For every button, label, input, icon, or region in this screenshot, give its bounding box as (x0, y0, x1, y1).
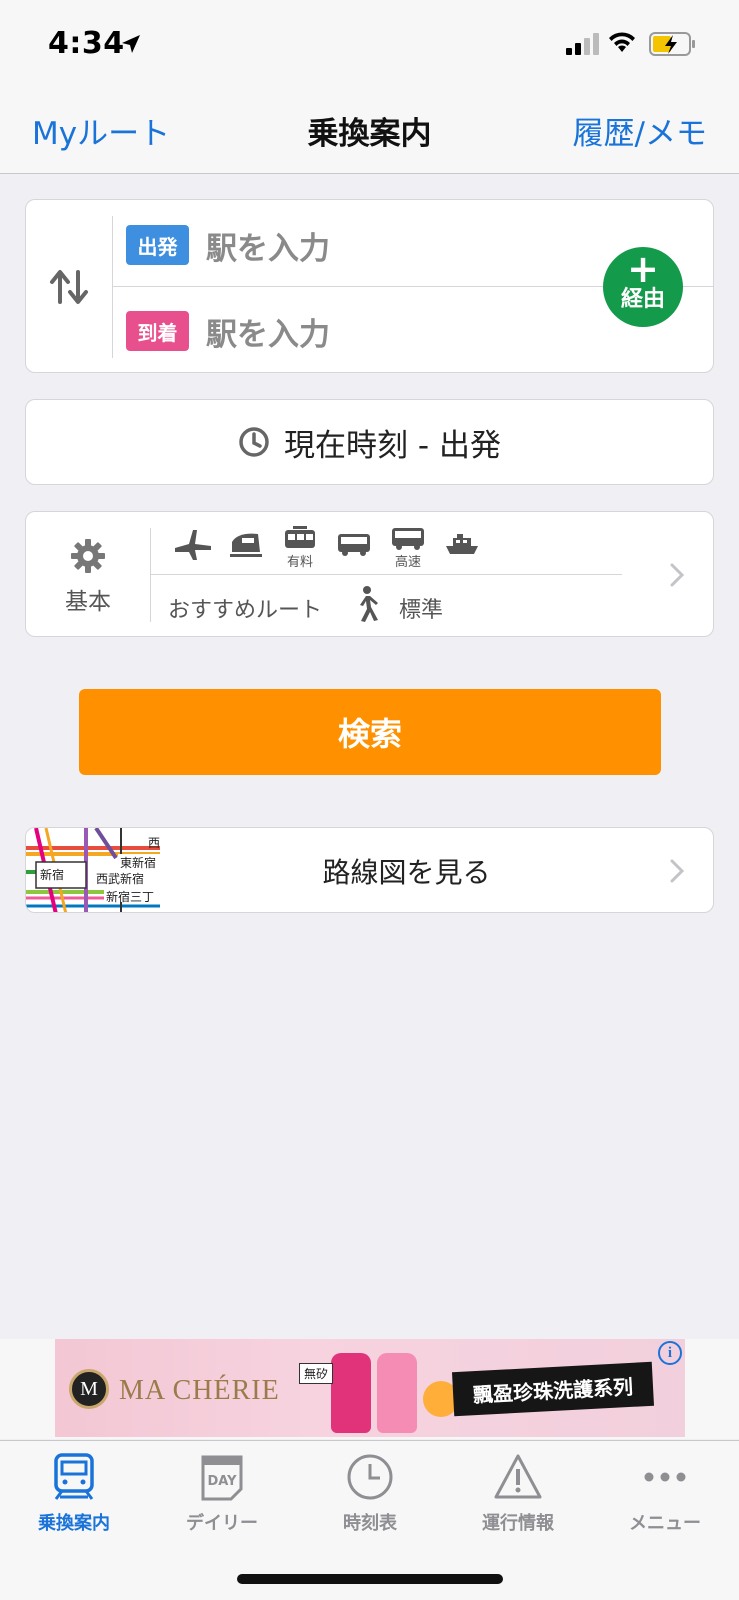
more-icon (644, 1472, 686, 1482)
tab-label: デイリー (186, 1513, 258, 1534)
route-map-thumbnail: 新宿 西武新宿 東新宿 新宿三丁 西 (26, 828, 160, 912)
daily-calendar-icon: DAY (201, 1455, 243, 1501)
shinkansen-icon (226, 530, 266, 564)
cellular-signal-icon (566, 33, 599, 55)
search-conditions-button[interactable]: 基本 有料 高速 おすすめルート 標準 (25, 511, 714, 637)
tab-label: 乗換案内 (38, 1513, 110, 1534)
train-icon (54, 1453, 94, 1500)
svg-text:DAY: DAY (207, 1474, 237, 1489)
walking-icon (360, 586, 378, 622)
divider (150, 574, 622, 575)
status-bar: 4:34 (0, 0, 739, 90)
ad-image[interactable]: M MA CHÉRIE 無矽 飄盈珍珠洗護系列 (55, 1339, 685, 1437)
tab-service-info[interactable]: 運行情報 (444, 1453, 592, 1535)
departure-input[interactable]: 駅を入力 (206, 223, 330, 268)
divider (112, 216, 113, 358)
route-preference: おすすめルート (168, 598, 323, 623)
add-via-button[interactable]: + 経由 (603, 247, 683, 327)
arrival-input[interactable]: 駅を入力 (206, 309, 330, 354)
map-station-shinjuku-sanchome: 新宿三丁 (106, 890, 155, 904)
preset-label: 基本 (65, 589, 111, 615)
map-station-shinjuku: 新宿 (40, 868, 65, 882)
tab-menu[interactable]: メニュー (591, 1453, 739, 1535)
warning-icon (494, 1454, 542, 1499)
battery-charging-icon (649, 32, 695, 56)
tab-timetable[interactable]: 時刻表 (296, 1453, 444, 1535)
ad-product-bottle (377, 1353, 417, 1433)
my-route-button[interactable]: Myルート (32, 108, 170, 153)
ad-brand: MA CHÉRIE (119, 1375, 280, 1406)
swap-stations-icon[interactable] (48, 266, 90, 308)
arrival-field[interactable]: 到着 駅を入力 (126, 309, 330, 354)
clock-icon (239, 427, 269, 457)
paid-train-sub: 有料 (286, 555, 313, 570)
ad-slogan: 飄盈珍珠洗護系列 (451, 1361, 655, 1417)
ferry-icon (442, 532, 482, 562)
map-station-seibu-shinjuku: 西武新宿 (96, 872, 145, 886)
divider (150, 528, 151, 622)
time-setting-label: 現在時刻 - 出発 (284, 427, 501, 464)
departure-field[interactable]: 出発 駅を入力 (126, 223, 330, 268)
paid-train-icon: 有料 (280, 526, 320, 570)
clock-icon (347, 1454, 393, 1500)
tab-transfer[interactable]: 乗換案内 (0, 1453, 148, 1535)
tab-label: メニュー (629, 1513, 701, 1534)
station-input-card: 出発 駅を入力 到着 駅を入力 + 経由 (25, 199, 714, 373)
ad-product-bottle (331, 1353, 371, 1433)
location-arrow-icon (122, 35, 140, 53)
map-station-nishi: 西 (148, 836, 160, 850)
highway-bus-icon: 高速 (388, 526, 428, 570)
tab-label: 時刻表 (343, 1513, 397, 1534)
ad-tag: 無矽 (299, 1363, 334, 1384)
chevron-right-icon (670, 563, 685, 587)
route-map-label: 路線図を見る (322, 856, 491, 889)
map-station-higashi-shinjuku: 東新宿 (120, 856, 157, 870)
history-memo-button[interactable]: 履歴/メモ (573, 108, 707, 153)
ad-info-icon[interactable]: i (658, 1341, 682, 1365)
chevron-right-icon (670, 859, 685, 883)
ad-banner[interactable]: M MA CHÉRIE 無矽 飄盈珍珠洗護系列 i (0, 1339, 739, 1439)
status-time: 4:34 (48, 26, 125, 61)
time-setting-button[interactable]: 現在時刻 - 出発 (25, 399, 714, 485)
plus-icon: + (627, 247, 659, 291)
tab-label: 運行情報 (482, 1513, 554, 1534)
home-indicator[interactable] (237, 1574, 503, 1584)
via-label: 経由 (620, 287, 665, 312)
arrival-tag: 到着 (126, 311, 189, 351)
condition-preset: 基本 (26, 538, 150, 616)
nav-bar: Myルート 乗換案内 履歴/メモ (0, 90, 739, 174)
bus-icon (334, 532, 374, 562)
wifi-icon (609, 32, 635, 52)
gear-icon (71, 539, 105, 573)
walk-speed: 標準 (399, 598, 444, 623)
airplane-icon (172, 528, 214, 568)
ad-logo: M (69, 1369, 109, 1409)
tab-daily[interactable]: DAY デイリー (148, 1453, 296, 1535)
departure-tag: 出発 (126, 225, 189, 265)
search-button[interactable]: 検索 (79, 689, 661, 775)
route-map-button[interactable]: 新宿 西武新宿 東新宿 新宿三丁 西 路線図を見る (25, 827, 714, 913)
highway-bus-sub: 高速 (394, 555, 421, 570)
